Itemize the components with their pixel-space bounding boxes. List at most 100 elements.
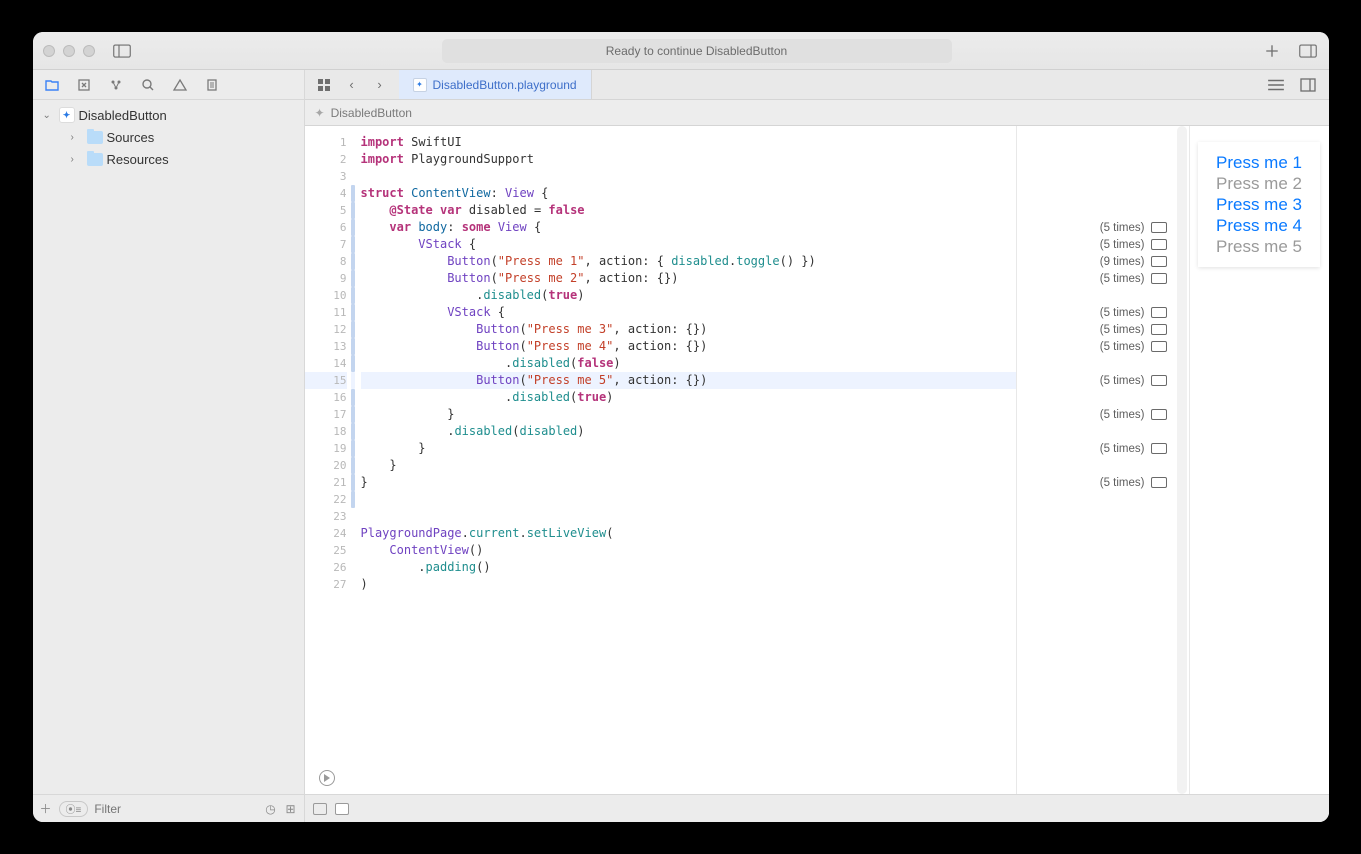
content-area: ⌄ ✦ DisabledButton ›Sources›Resources ＋ … xyxy=(33,70,1329,822)
quicklook-icon[interactable] xyxy=(1151,443,1167,454)
quicklook-icon[interactable] xyxy=(1151,477,1167,488)
disclosure-icon[interactable]: › xyxy=(71,132,83,143)
preview-button[interactable]: Press me 3 xyxy=(1216,194,1302,215)
find-navigator-icon[interactable] xyxy=(139,76,157,94)
navigator-tabs xyxy=(33,70,304,100)
close-window-icon[interactable] xyxy=(43,45,55,57)
preview-button: Press me 5 xyxy=(1216,236,1302,257)
quicklook-icon[interactable] xyxy=(1151,239,1167,250)
quicklook-icon[interactable] xyxy=(1151,256,1167,267)
result-text: (5 times) xyxy=(1100,324,1145,336)
folder-icon xyxy=(87,153,103,166)
editor-row: 1234567891011121314151617181920212223242… xyxy=(305,126,1329,794)
scrollbar-track[interactable] xyxy=(1177,126,1187,794)
toggle-debug-area-icon[interactable] xyxy=(313,803,327,815)
navigator-sidebar: ⌄ ✦ DisabledButton ›Sources›Resources ＋ … xyxy=(33,70,305,822)
result-text: (5 times) xyxy=(1100,273,1145,285)
toggle-variables-view-icon[interactable] xyxy=(335,803,349,815)
result-text: (5 times) xyxy=(1100,375,1145,387)
titlebar: Ready to continue DisabledButton xyxy=(33,32,1329,70)
tree-folder[interactable]: ›Sources xyxy=(33,126,304,148)
swift-file-icon: ✦ xyxy=(59,107,75,123)
filter-input[interactable] xyxy=(94,802,257,816)
result-row[interactable]: (5 times) xyxy=(1017,338,1181,355)
source-control-navigator-icon[interactable] xyxy=(75,76,93,94)
activity-status: Ready to continue DisabledButton xyxy=(442,39,952,63)
jumpbar-crumb[interactable]: DisabledButton xyxy=(331,106,412,120)
preview-card: Press me 1Press me 2Press me 3Press me 4… xyxy=(1198,142,1320,267)
result-row[interactable]: (5 times) xyxy=(1017,372,1181,389)
nav-forward-icon[interactable]: › xyxy=(369,76,391,94)
line-gutter: 1234567891011121314151617181920212223242… xyxy=(305,126,351,794)
quicklook-icon[interactable] xyxy=(1151,341,1167,352)
execute-playground-icon[interactable] xyxy=(319,770,335,786)
result-row[interactable]: (9 times) xyxy=(1017,253,1181,270)
code-area[interactable]: import SwiftUIimport PlaygroundSupport s… xyxy=(355,126,1016,794)
quicklook-icon[interactable] xyxy=(1151,222,1167,233)
xcode-window: Ready to continue DisabledButton xyxy=(33,32,1329,822)
quicklook-icon[interactable] xyxy=(1151,375,1167,386)
toggle-inspectors-icon[interactable] xyxy=(1297,42,1319,60)
quicklook-icon[interactable] xyxy=(1151,307,1167,318)
result-row[interactable]: (5 times) xyxy=(1017,406,1181,423)
traffic-lights xyxy=(43,45,95,57)
result-text: (5 times) xyxy=(1100,443,1145,455)
folder-icon xyxy=(87,131,103,144)
test-navigator-icon[interactable] xyxy=(203,76,221,94)
toggle-sidebar-icon[interactable] xyxy=(111,42,133,60)
disclosure-icon[interactable]: › xyxy=(71,154,83,165)
result-text: (5 times) xyxy=(1100,239,1145,251)
nav-back-icon[interactable]: ‹ xyxy=(341,76,363,94)
quicklook-icon[interactable] xyxy=(1151,409,1167,420)
related-items-icon[interactable] xyxy=(313,76,335,94)
results-sidebar: (5 times) (5 times) (9 times) (5 times) (5 t… xyxy=(1017,126,1190,794)
result-text: (5 times) xyxy=(1100,409,1145,421)
tree-item-label: Resources xyxy=(107,152,169,167)
swift-file-icon: ✦ xyxy=(413,78,427,92)
tree-root[interactable]: ⌄ ✦ DisabledButton xyxy=(33,104,304,126)
preview-button[interactable]: Press me 4 xyxy=(1216,215,1302,236)
add-file-icon[interactable]: ＋ xyxy=(39,802,53,816)
result-row[interactable]: (5 times) xyxy=(1017,304,1181,321)
result-row[interactable]: (5 times) xyxy=(1017,219,1181,236)
scm-filter-icon[interactable]: ⊞ xyxy=(284,802,298,816)
status-text: Ready to continue DisabledButton xyxy=(606,44,787,58)
recent-files-icon[interactable]: ◷ xyxy=(264,802,278,816)
add-tab-icon[interactable] xyxy=(1261,42,1283,60)
tab-playground[interactable]: ✦ DisabledButton.playground xyxy=(399,70,592,99)
result-text: (9 times) xyxy=(1100,256,1145,268)
project-navigator-icon[interactable] xyxy=(43,76,61,94)
editor-options-icon[interactable] xyxy=(1265,76,1287,94)
project-name: DisabledButton xyxy=(79,108,167,123)
symbol-navigator-icon[interactable] xyxy=(107,76,125,94)
minimize-window-icon[interactable] xyxy=(63,45,75,57)
zoom-window-icon[interactable] xyxy=(83,45,95,57)
result-text: (5 times) xyxy=(1100,477,1145,489)
swift-file-icon: ✦ xyxy=(315,106,325,120)
disclosure-icon[interactable]: ⌄ xyxy=(43,110,55,121)
quicklook-icon[interactable] xyxy=(1151,273,1167,284)
result-text: (5 times) xyxy=(1100,341,1145,353)
debug-bar xyxy=(305,794,1329,822)
result-row[interactable]: (5 times) xyxy=(1017,440,1181,457)
tree-folder[interactable]: › Resources xyxy=(33,148,304,170)
result-row[interactable]: (5 times) xyxy=(1017,321,1181,338)
result-text: (5 times) xyxy=(1100,222,1145,234)
source-editor[interactable]: 1234567891011121314151617181920212223242… xyxy=(305,126,1017,794)
result-row[interactable]: (5 times) xyxy=(1017,270,1181,287)
result-row[interactable]: (5 times) xyxy=(1017,474,1181,491)
issue-navigator-icon[interactable] xyxy=(171,76,189,94)
filter-scope-icon[interactable]: ⦿≡ xyxy=(59,801,89,817)
editor-area: ‹ › ✦ DisabledButton.playground ✦ Disabl… xyxy=(305,70,1329,822)
result-text: (5 times) xyxy=(1100,307,1145,319)
result-row[interactable]: (5 times) xyxy=(1017,236,1181,253)
adjust-editor-icon[interactable] xyxy=(1297,76,1319,94)
preview-button: Press me 2 xyxy=(1216,173,1302,194)
live-preview: Press me 1Press me 2Press me 3Press me 4… xyxy=(1190,126,1329,794)
tab-bar: ‹ › ✦ DisabledButton.playground xyxy=(305,70,1329,100)
tab-label: DisabledButton.playground xyxy=(433,78,577,92)
project-tree[interactable]: ⌄ ✦ DisabledButton ›Sources›Resources xyxy=(33,100,304,794)
preview-button[interactable]: Press me 1 xyxy=(1216,152,1302,173)
jump-bar[interactable]: ✦ DisabledButton xyxy=(305,100,1329,126)
quicklook-icon[interactable] xyxy=(1151,324,1167,335)
